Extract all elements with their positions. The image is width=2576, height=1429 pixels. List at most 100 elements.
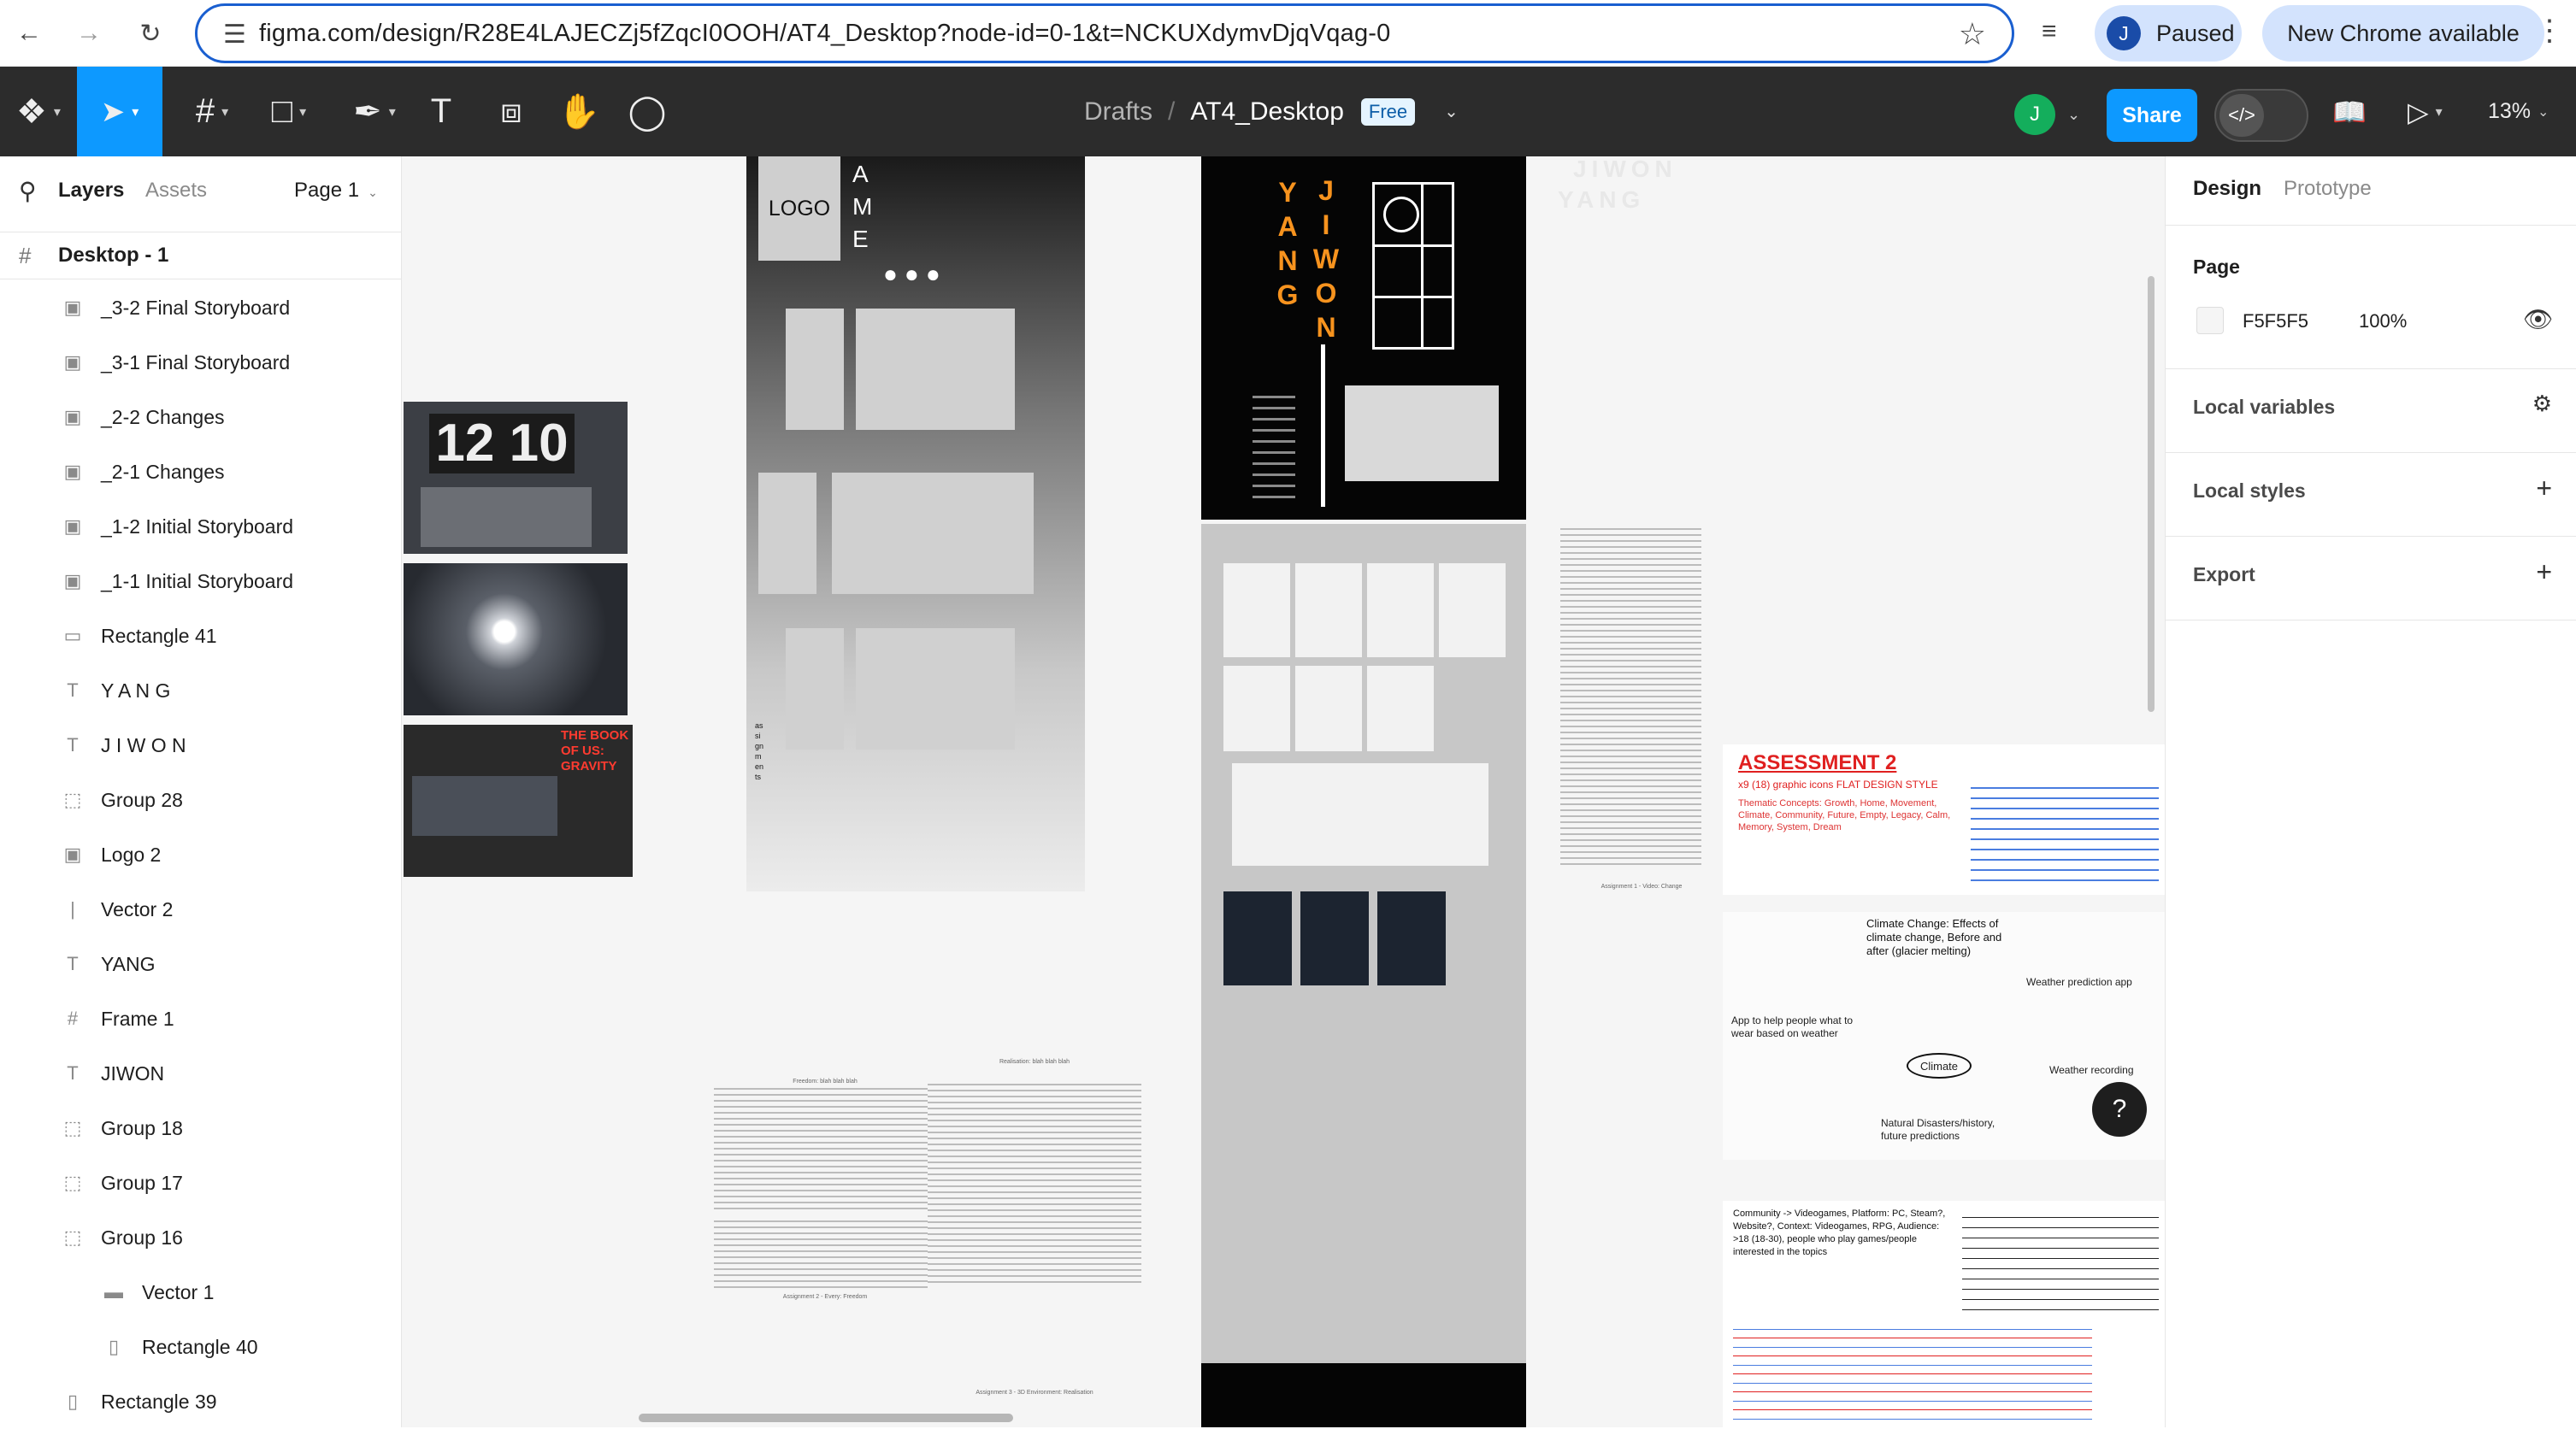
plan-badge[interactable]: Free <box>1360 97 1416 126</box>
layer-item[interactable]: ▣ _2-2 Changes <box>0 390 402 444</box>
logo-poster[interactable]: LOGO A M E ●●● assignments <box>746 156 1085 891</box>
plus-icon[interactable]: + <box>2536 473 2552 504</box>
more-vert-icon[interactable]: ⋮ <box>2535 14 2564 48</box>
essay-change <box>1560 524 1701 866</box>
layer-item[interactable]: T JIWON <box>0 1046 402 1101</box>
layer-label: Group 18 <box>101 1116 183 1139</box>
image-icon: ▣ <box>63 570 82 591</box>
local-variables-label[interactable]: Local variables <box>2193 396 2335 419</box>
poster-bottom[interactable] <box>1201 1363 1526 1427</box>
dev-mode-toggle[interactable]: </> <box>2214 89 2308 142</box>
export-label[interactable]: Export <box>2193 563 2255 586</box>
layer-label: Rectangle 40 <box>142 1335 258 1358</box>
file-name[interactable]: AT4_Desktop <box>1190 97 1344 126</box>
page-opacity-value[interactable]: 100% <box>2359 310 2407 332</box>
library-button[interactable]: 📖 <box>2332 67 2367 156</box>
page-color-swatch[interactable] <box>2196 307 2224 334</box>
chevron-down-icon[interactable]: ⌄ <box>1444 101 1459 122</box>
poster-thumb <box>856 309 1015 430</box>
star-icon[interactable]: ☆ <box>1959 16 1986 52</box>
layers-panel: ⚲ Layers Assets Page 1 ⌄ # Desktop - 1 ▣ _… <box>0 156 402 1427</box>
community-note[interactable]: Community -> Videogames, Platform: PC, S… <box>1723 1201 2165 1427</box>
avatar[interactable]: J <box>2014 94 2055 135</box>
layer-item[interactable]: ▭ Rectangle 41 <box>0 609 402 663</box>
cursor-arrow-icon: ➤ <box>100 95 126 128</box>
tab-layers[interactable]: Layers <box>58 179 124 203</box>
laptop-photo[interactable]: THE BOOK OF US: GRAVITY <box>404 725 633 877</box>
mindmap-right-1: Weather prediction app <box>2026 976 2132 988</box>
vector-icon: ▬ <box>104 1281 123 1303</box>
eye-icon[interactable]: 👁 <box>2523 305 2554 333</box>
frame-tool-button[interactable]: # ▾ <box>178 67 246 156</box>
design-canvas[interactable]: 12 10 THE BOOK OF US: GRAVITY LOGO A M E… <box>402 156 2165 1427</box>
page-selector-label: Page 1 <box>294 179 360 202</box>
hand-tool-button[interactable]: ✋ <box>557 67 600 156</box>
move-tool-button[interactable]: ➤ ▾ <box>77 67 162 156</box>
vertical-scrollbar[interactable] <box>2148 276 2155 712</box>
tune-icon[interactable]: ☰ <box>223 20 246 50</box>
layer-item[interactable]: ⬚ Group 28 <box>0 773 402 827</box>
community-notes-right <box>1962 1208 2159 1310</box>
layer-frame-desktop[interactable]: # Desktop - 1 <box>0 232 402 279</box>
tab-prototype[interactable]: Prototype <box>2284 177 2372 201</box>
shape-tool-button[interactable]: □ ▾ <box>255 67 323 156</box>
pen-tool-button[interactable]: ✒ ▾ <box>340 67 409 156</box>
layer-item[interactable]: TJ I W O N <box>0 718 402 773</box>
horizontal-scrollbar[interactable] <box>639 1414 1013 1422</box>
resources-button[interactable]: ⧈ <box>492 67 530 156</box>
assessment-note[interactable]: ASSESSMENT 2 x9 (18) graphic icons FLAT … <box>1723 744 2165 895</box>
comment-tool-button[interactable]: ◯ <box>626 67 669 156</box>
main-menu-button[interactable]: ❖ ▾ <box>9 67 68 156</box>
chevron-down-icon[interactable]: ⌄ <box>2067 106 2080 124</box>
layer-item[interactable]: ⬚ Group 16 <box>0 1210 402 1265</box>
layer-item[interactable]: ▣ _3-2 Final Storyboard <box>0 280 402 335</box>
help-button[interactable]: ? <box>2092 1082 2147 1137</box>
profile-button[interactable]: J Paused <box>2095 5 2242 62</box>
jiwon-yang-poster[interactable]: Y A N G J I W O N <box>1201 156 1526 520</box>
layer-item[interactable]: ▯ Rectangle 40 <box>0 1320 402 1374</box>
layer-item[interactable]: ▣ Logo 2 <box>0 827 402 882</box>
zoom-menu[interactable]: 13% ⌄ <box>2488 67 2549 156</box>
address-bar[interactable]: ☰ figma.com/design/R28E4LAJECZj5fZqcI0OO… <box>195 3 2014 63</box>
layer-item[interactable]: ⬚ Group 17 <box>0 1156 402 1210</box>
page-selector[interactable]: Page 1 ⌄ <box>294 179 378 203</box>
plus-icon[interactable]: + <box>2536 556 2552 588</box>
update-chrome-button[interactable]: New Chrome available <box>2262 5 2544 62</box>
group-icon: ⬚ <box>63 1172 82 1193</box>
clock-photo[interactable]: 12 10 <box>404 402 628 554</box>
text-tool-button[interactable]: T <box>422 67 460 156</box>
moon-photo[interactable] <box>404 563 628 715</box>
open-book-icon: 📖 <box>2332 96 2367 127</box>
url-text[interactable]: figma.com/design/R28E4LAJECZj5fZqcI0OOH/… <box>259 20 1390 48</box>
layer-item[interactable]: ⬚ Group 18 <box>0 1101 402 1156</box>
tab-design[interactable]: Design <box>2193 177 2261 201</box>
layer-item[interactable]: ▣ _1-2 Initial Storyboard <box>0 499 402 554</box>
storyboard-frame[interactable] <box>1201 524 1526 1427</box>
back-arrow-icon[interactable]: ← <box>12 16 46 50</box>
zoom-level: 13% <box>2488 99 2532 123</box>
reload-icon[interactable]: ↻ <box>133 16 168 50</box>
layer-item[interactable]: ▣ _1-1 Initial Storyboard <box>0 554 402 609</box>
layer-item[interactable]: TY A N G <box>0 663 402 718</box>
layer-item[interactable]: ▯ Rectangle 39 <box>0 1374 402 1429</box>
page-color-value[interactable]: F5F5F5 <box>2243 310 2308 332</box>
media-queue-icon[interactable]: ≡ <box>2042 17 2057 46</box>
sliders-icon[interactable]: ⚙ <box>2532 391 2552 417</box>
share-button[interactable]: Share <box>2107 89 2197 142</box>
layer-item[interactable]: ▬ Vector 1 <box>0 1265 402 1320</box>
present-button[interactable]: ▷ ▾ <box>2408 67 2443 156</box>
search-icon[interactable]: ⚲ <box>19 177 37 205</box>
layer-item[interactable]: | Vector 2 <box>0 882 402 937</box>
image-icon: ▣ <box>63 515 82 537</box>
layer-item[interactable]: ▣ _3-1 Final Storyboard <box>0 335 402 390</box>
local-styles-label[interactable]: Local styles <box>2193 479 2306 503</box>
logo-line <box>1375 296 1452 298</box>
tab-assets[interactable]: Assets <box>145 179 207 203</box>
layer-item[interactable]: T YANG <box>0 937 402 991</box>
forward-arrow-icon[interactable]: → <box>72 16 106 50</box>
layer-item[interactable]: ▣ _2-1 Changes <box>0 444 402 499</box>
breadcrumb-drafts[interactable]: Drafts <box>1084 97 1152 126</box>
storyboard-screenshot <box>1232 763 1488 866</box>
layer-item[interactable]: # Frame 1 <box>0 991 402 1046</box>
essay-realisation <box>928 1079 1141 1285</box>
